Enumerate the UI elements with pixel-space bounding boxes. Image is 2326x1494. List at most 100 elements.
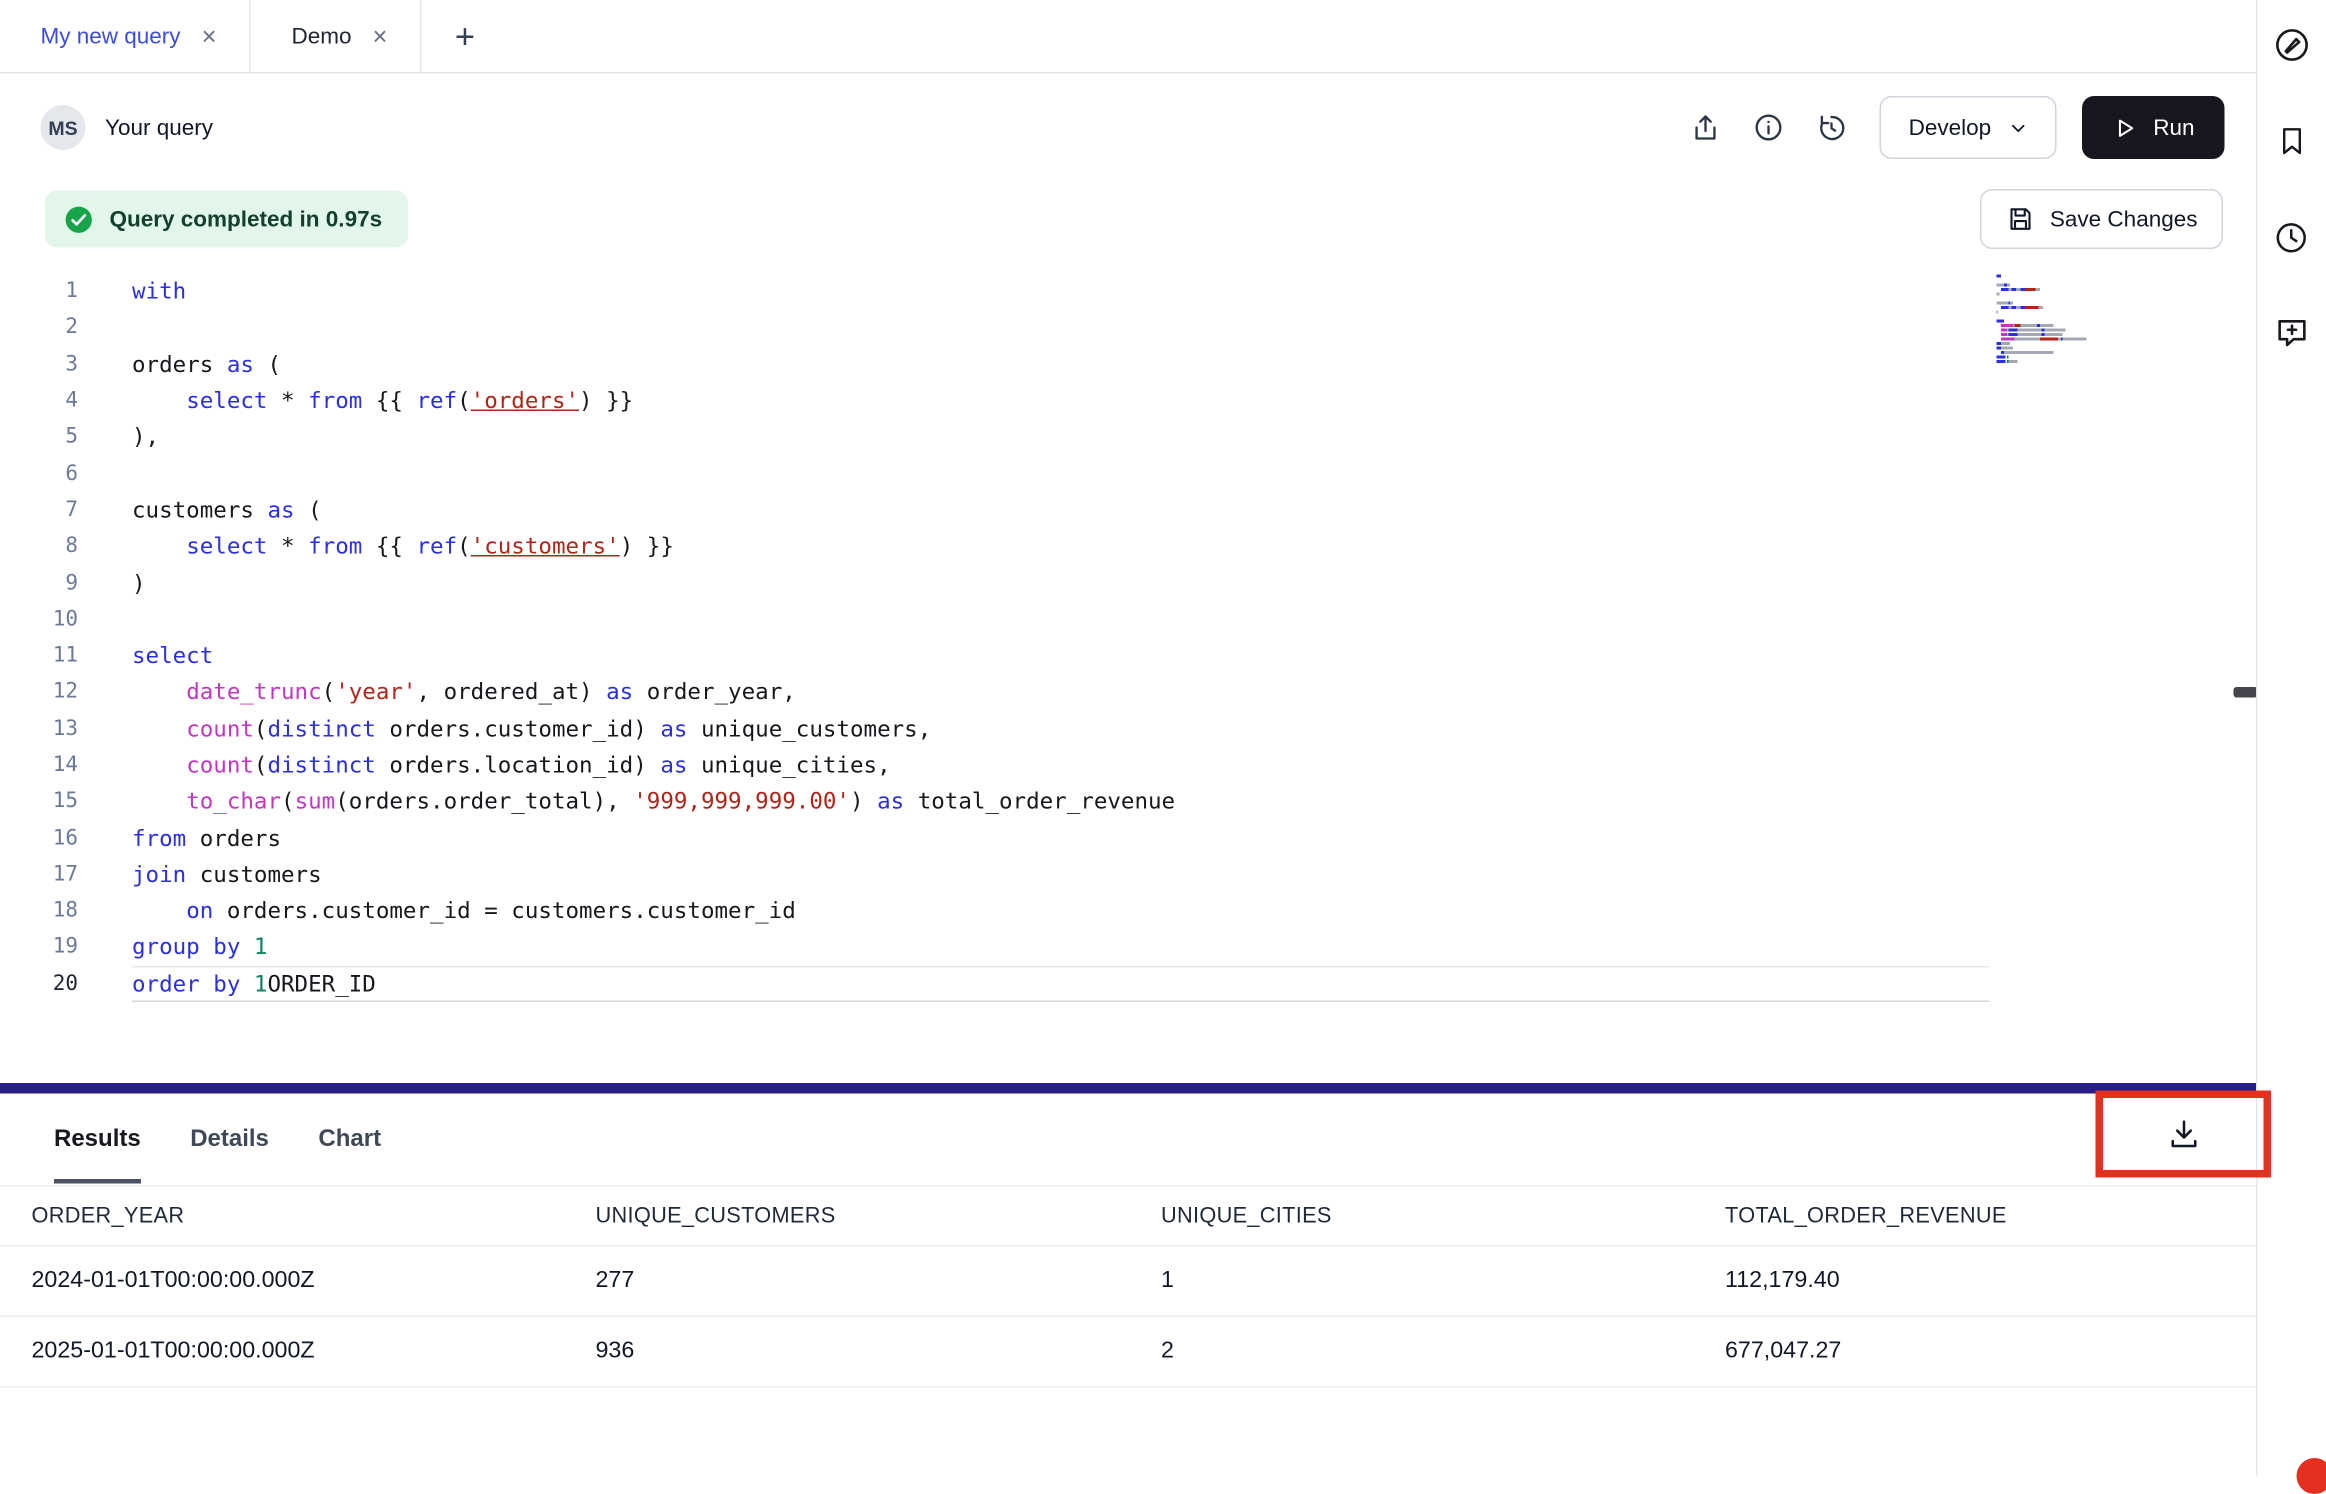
line-number: 10 xyxy=(0,607,78,631)
line-number: 19 xyxy=(0,935,78,959)
avatar: MS xyxy=(41,105,86,150)
status-row: Query completed in 0.97s Save Changes xyxy=(0,182,2256,257)
sql-editor[interactable]: 1with 2 3orders as (4 select * from {{ ref… xyxy=(0,257,2256,1084)
tab-chart[interactable]: Chart xyxy=(318,1094,381,1186)
code-line[interactable]: 5), xyxy=(0,419,2256,455)
code-line[interactable]: 9) xyxy=(0,565,2256,601)
status-message: Query completed in 0.97s xyxy=(110,206,383,232)
line-number: 8 xyxy=(0,534,78,558)
tab-demo[interactable]: Demo × xyxy=(251,0,422,72)
results-table: ORDER_YEARUNIQUE_CUSTOMERSUNIQUE_CITIEST… xyxy=(0,1185,2256,1388)
tab-my-new-query[interactable]: My new query × xyxy=(0,0,251,72)
explore-icon[interactable] xyxy=(2272,26,2311,65)
download-icon[interactable] xyxy=(2153,1104,2213,1164)
line-number: 4 xyxy=(0,389,78,413)
line-number: 2 xyxy=(0,316,78,340)
run-label: Run xyxy=(2153,115,2194,141)
feedback-icon[interactable] xyxy=(2272,314,2311,353)
line-number: 13 xyxy=(0,717,78,741)
share-icon[interactable] xyxy=(1679,101,1733,155)
table-cell: 2025-01-01T00:00:00.000Z xyxy=(32,1338,596,1365)
history-panel-icon[interactable] xyxy=(2272,218,2311,257)
status-badge: Query completed in 0.97s xyxy=(45,191,408,248)
table-row[interactable]: 2025-01-01T00:00:00.000Z9362677,047.27 xyxy=(0,1317,2256,1388)
code-line[interactable]: 4 select * from {{ ref('orders') }} xyxy=(0,382,2256,418)
code-line[interactable]: 6 xyxy=(0,455,2256,491)
tab-details[interactable]: Details xyxy=(190,1094,269,1186)
code-line[interactable]: 7customers as ( xyxy=(0,492,2256,528)
save-changes-label: Save Changes xyxy=(2050,206,2198,232)
tab-label: Demo xyxy=(291,23,351,49)
close-tab-icon[interactable]: × xyxy=(372,23,387,49)
code-line[interactable]: 14 count(distinct orders.location_id) as… xyxy=(0,747,2256,783)
query-header: MS Your query Develop xyxy=(0,74,2256,182)
line-number: 16 xyxy=(0,826,78,850)
line-number: 5 xyxy=(0,425,78,449)
column-header[interactable]: TOTAL_ORDER_REVENUE xyxy=(1725,1204,2256,1228)
code-line[interactable]: 2 xyxy=(0,309,2256,345)
table-header-row: ORDER_YEARUNIQUE_CUSTOMERSUNIQUE_CITIEST… xyxy=(0,1185,2256,1247)
code-line[interactable]: 1with xyxy=(0,273,2256,309)
tab-label: My new query xyxy=(41,23,181,49)
run-button[interactable]: Run xyxy=(2083,96,2225,159)
line-number: 1 xyxy=(0,279,78,303)
save-changes-button[interactable]: Save Changes xyxy=(1979,189,2223,249)
line-number: 3 xyxy=(0,352,78,376)
column-header[interactable]: UNIQUE_CUSTOMERS xyxy=(596,1204,1162,1228)
tab-results[interactable]: Results xyxy=(54,1094,141,1186)
query-title: Your query xyxy=(105,115,213,141)
minimap[interactable] xyxy=(1997,275,2093,365)
table-cell: 936 xyxy=(596,1338,1162,1365)
code-line[interactable]: 18 on orders.customer_id = customers.cus… xyxy=(0,893,2256,929)
code-line[interactable]: 17join customers xyxy=(0,856,2256,892)
table-cell: 112,179.40 xyxy=(1725,1268,2256,1295)
column-header[interactable]: UNIQUE_CITIES xyxy=(1161,1204,1725,1228)
code-line[interactable]: 15 to_char(sum(orders.order_total), '999… xyxy=(0,783,2256,819)
code-line[interactable]: 19group by 1 xyxy=(0,929,2256,965)
panel-resize-handle[interactable] xyxy=(0,1083,2256,1094)
results-panel: Results Details Chart ORDER_YEARUNIQUE_C… xyxy=(0,1094,2256,1477)
version-history-icon[interactable] xyxy=(1805,101,1859,155)
annotation-artifact xyxy=(2296,1458,2326,1494)
code-line[interactable]: 11select xyxy=(0,637,2256,673)
line-number: 7 xyxy=(0,498,78,522)
code-lines: 1with 2 3orders as (4 select * from {{ ref… xyxy=(0,273,2256,1002)
right-sidebar xyxy=(2258,0,2326,1476)
info-icon[interactable] xyxy=(1742,101,1796,155)
chevron-down-icon xyxy=(2009,118,2029,138)
line-number: 6 xyxy=(0,461,78,485)
line-number: 17 xyxy=(0,862,78,886)
table-cell: 677,047.27 xyxy=(1725,1338,2256,1365)
table-cell: 1 xyxy=(1161,1268,1725,1295)
code-line[interactable]: 20order by 1ORDER_ID xyxy=(0,965,2256,1001)
main-panel: My new query × Demo × + MS Your query xyxy=(0,0,2258,1476)
table-cell: 2024-01-01T00:00:00.000Z xyxy=(32,1268,596,1295)
play-icon xyxy=(2113,115,2139,141)
code-line[interactable]: 12 date_trunc('year', ordered_at) as ord… xyxy=(0,674,2256,710)
line-number: 9 xyxy=(0,571,78,595)
code-line[interactable]: 10 xyxy=(0,601,2256,637)
close-tab-icon[interactable]: × xyxy=(202,23,217,49)
check-circle-icon xyxy=(63,203,95,235)
annotation-highlight-box xyxy=(2096,1091,2272,1178)
new-tab-button[interactable]: + xyxy=(455,16,475,57)
code-line[interactable]: 3orders as ( xyxy=(0,346,2256,382)
table-cell: 2 xyxy=(1161,1338,1725,1365)
table-row[interactable]: 2024-01-01T00:00:00.000Z2771112,179.40 xyxy=(0,1247,2256,1318)
column-header[interactable]: ORDER_YEAR xyxy=(32,1204,596,1228)
line-number: 11 xyxy=(0,644,78,668)
table-cell: 277 xyxy=(596,1268,1162,1295)
query-ide-window: My new query × Demo × + MS Your query xyxy=(0,0,2326,1476)
code-line[interactable]: 16from orders xyxy=(0,820,2256,856)
line-number: 12 xyxy=(0,680,78,704)
line-number: 20 xyxy=(0,972,78,996)
line-number: 18 xyxy=(0,899,78,923)
results-tabbar: Results Details Chart xyxy=(0,1094,2256,1186)
bookmark-icon[interactable] xyxy=(2272,122,2311,161)
editor-scrollbar-thumb[interactable] xyxy=(2234,687,2257,698)
develop-button[interactable]: Develop xyxy=(1880,96,2057,159)
code-line[interactable]: 13 count(distinct orders.customer_id) as… xyxy=(0,710,2256,746)
line-number: 15 xyxy=(0,789,78,813)
code-line[interactable]: 8 select * from {{ ref('customers') }} xyxy=(0,528,2256,564)
develop-label: Develop xyxy=(1909,115,1992,141)
